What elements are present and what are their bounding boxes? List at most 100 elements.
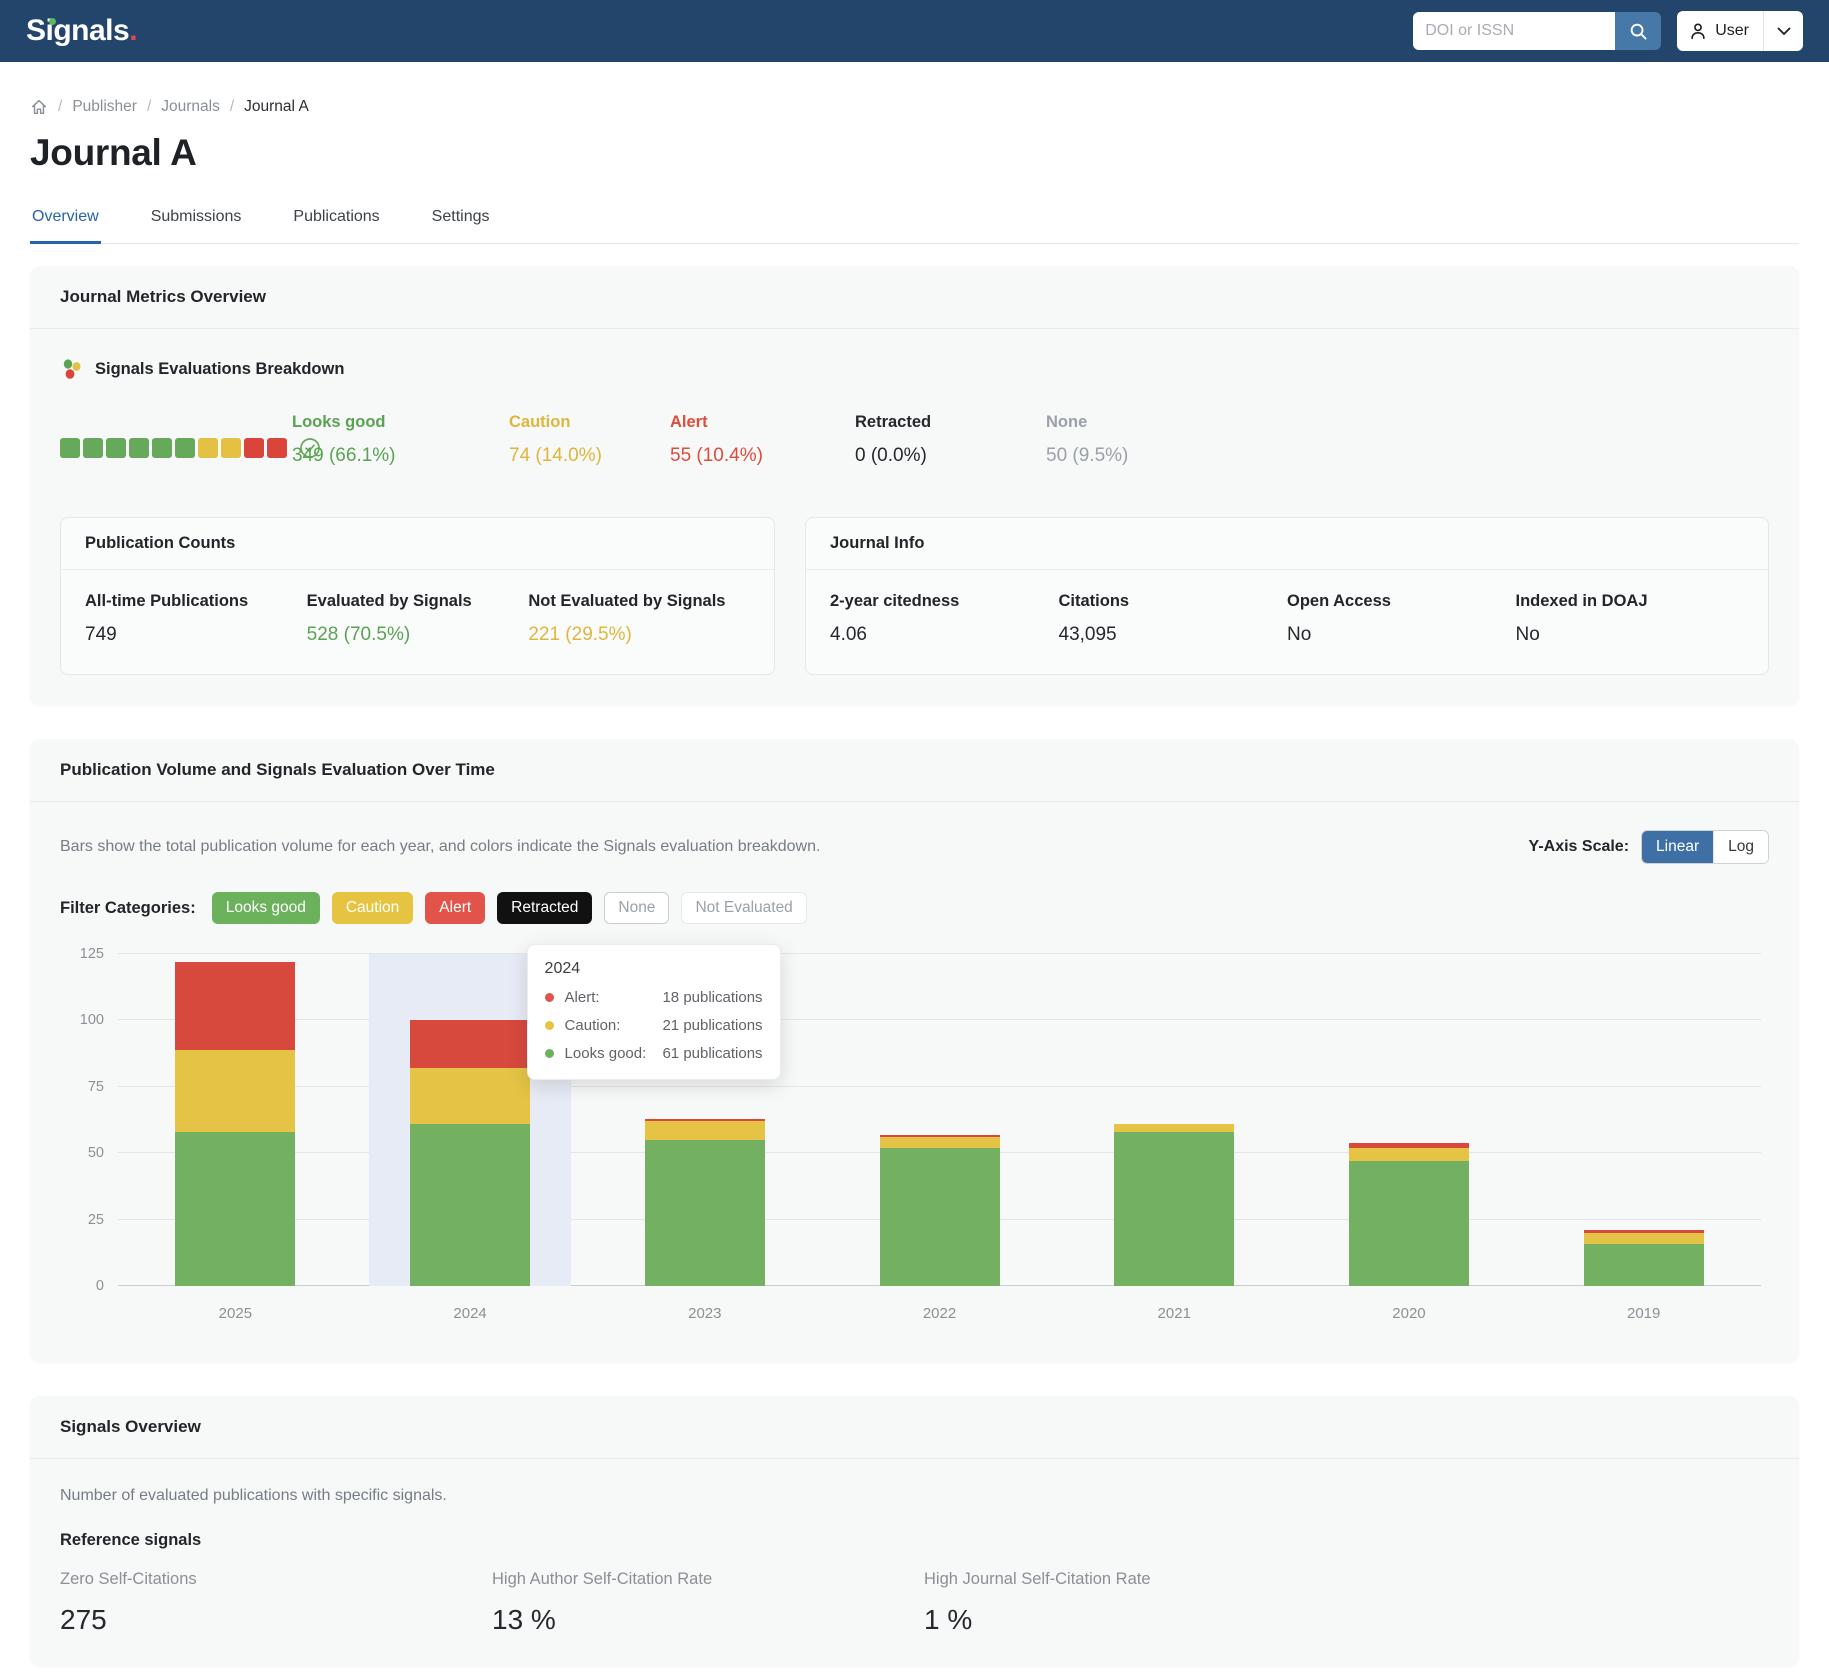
app-logo[interactable]: Signals. <box>26 14 137 48</box>
stat-alert: Alert 55 (10.4%) <box>670 413 855 467</box>
stat-evaluated: Evaluated by Signals 528 (70.5%) <box>307 592 529 646</box>
chart-column-2022[interactable] <box>822 954 1057 1286</box>
publication-volume-title: Publication Volume and Signals Evaluatio… <box>30 739 1799 802</box>
journal-info-title: Journal Info <box>806 518 1768 570</box>
filter-looks-good[interactable]: Looks good <box>212 892 320 924</box>
user-button[interactable]: User <box>1677 22 1763 40</box>
breadcrumb-separator: / <box>58 98 62 116</box>
filter-categories-label: Filter Categories: <box>60 899 196 918</box>
filter-caution[interactable]: Caution <box>332 892 413 924</box>
journal-metrics-card: Journal Metrics Overview Signals Evaluat… <box>30 266 1799 705</box>
user-menu: User <box>1677 11 1803 51</box>
tab-submissions[interactable]: Submissions <box>149 208 244 243</box>
stat-high-author-self-citation: High Author Self-Citation Rate 13 % <box>492 1570 924 1636</box>
chart-description: Bars show the total publication volume f… <box>60 838 820 856</box>
breadcrumb-journals[interactable]: Journals <box>161 98 220 116</box>
breadcrumb-current: Journal A <box>244 98 309 116</box>
chevron-down-icon <box>1777 27 1791 36</box>
bar-segment-caution <box>880 1137 1000 1148</box>
strip-square-green <box>106 438 126 458</box>
scale-linear-button[interactable]: Linear <box>1642 831 1713 863</box>
bar-segment-alert <box>410 1020 530 1068</box>
bar-2023 <box>645 1119 765 1286</box>
looks-good-dot-icon <box>545 1049 554 1058</box>
filter-none[interactable]: None <box>604 892 669 924</box>
strip-square-yellow <box>221 438 241 458</box>
strip-square-green <box>129 438 149 458</box>
evaluation-strip-squares <box>60 438 287 458</box>
stat-caution: Caution 74 (14.0%) <box>509 413 670 467</box>
reference-signals-stats: Zero Self-Citations 275 High Author Self… <box>60 1570 1769 1636</box>
caution-dot-icon <box>545 1021 554 1030</box>
publication-volume-card: Publication Volume and Signals Evaluatio… <box>30 739 1799 1362</box>
stat-looks-good: Looks good 349 (66.1%) <box>292 413 509 467</box>
stat-citedness: 2-year citedness 4.06 <box>830 592 1059 646</box>
stat-citations: Citations 43,095 <box>1059 592 1288 646</box>
strip-square-red <box>244 438 264 458</box>
stacked-bar-chart: 0 25 50 75 100 125 <box>60 948 1769 1332</box>
chart-column-2025[interactable] <box>118 954 353 1286</box>
y-tick: 100 <box>60 1012 104 1028</box>
bar-segment-caution <box>410 1068 530 1124</box>
tooltip-row-alert: Alert: 18 publications <box>545 989 763 1006</box>
chart-column-2021[interactable] <box>1057 954 1292 1286</box>
search-input[interactable] <box>1413 12 1615 50</box>
strip-square-green <box>60 438 80 458</box>
stat-none: None 50 (9.5%) <box>1046 413 1769 467</box>
stat-high-journal-self-citation: High Journal Self-Citation Rate 1 % <box>924 1570 1769 1636</box>
tab-settings[interactable]: Settings <box>430 208 492 243</box>
journal-info-card: Journal Info 2-year citedness 4.06 Citat… <box>805 517 1769 675</box>
filter-not-evaluated[interactable]: Not Evaluated <box>681 892 806 924</box>
stat-not-evaluated: Not Evaluated by Signals 221 (29.5%) <box>528 592 750 646</box>
app-logo-period: . <box>129 14 137 47</box>
bar-segment-looks-good <box>1584 1244 1704 1287</box>
tab-bar: Overview Submissions Publications Settin… <box>30 208 1799 244</box>
user-label: User <box>1715 22 1749 40</box>
breadcrumb-publisher[interactable]: Publisher <box>72 98 137 116</box>
search-button[interactable] <box>1615 12 1661 50</box>
publication-counts-card: Publication Counts All-time Publications… <box>60 517 775 675</box>
y-axis-scale-label: Y-Axis Scale: <box>1529 838 1630 856</box>
tooltip-title: 2024 <box>545 960 763 978</box>
strip-square-green <box>152 438 172 458</box>
filter-retracted[interactable]: Retracted <box>497 892 592 924</box>
home-icon[interactable] <box>30 98 48 116</box>
strip-square-green <box>175 438 195 458</box>
x-tick-2025: 2025 <box>118 1305 353 1322</box>
page-title: Journal A <box>30 132 1799 174</box>
scale-log-button[interactable]: Log <box>1713 831 1768 863</box>
stat-zero-self-citations: Zero Self-Citations 275 <box>60 1570 492 1636</box>
signals-description: Number of evaluated publications with sp… <box>60 1487 1769 1505</box>
chart-columns <box>118 954 1761 1286</box>
user-dropdown-toggle[interactable] <box>1763 11 1803 51</box>
y-tick: 75 <box>60 1079 104 1095</box>
scale-toggle: Linear Log <box>1641 830 1769 864</box>
strip-square-yellow <box>198 438 218 458</box>
bar-2021 <box>1114 1124 1234 1286</box>
publication-counts-title: Publication Counts <box>61 518 774 570</box>
bar-segment-alert <box>175 962 295 1050</box>
bar-2022 <box>880 1135 1000 1286</box>
filter-alert[interactable]: Alert <box>425 892 485 924</box>
signals-overview-card: Signals Overview Number of evaluated pub… <box>30 1396 1799 1666</box>
evaluations-cluster-icon <box>60 357 84 381</box>
stat-alltime-publications: All-time Publications 749 <box>85 592 307 646</box>
evaluation-strip <box>60 429 292 467</box>
breadcrumb-separator: / <box>230 98 234 116</box>
bar-segment-caution <box>1114 1124 1234 1132</box>
chart-column-2019[interactable] <box>1526 954 1761 1286</box>
bar-segment-looks-good <box>645 1140 765 1286</box>
app-logo-text: Signals <box>26 14 129 47</box>
breakdown-title: Signals Evaluations Breakdown <box>95 360 344 379</box>
x-tick-2022: 2022 <box>822 1305 1057 1322</box>
bar-segment-caution <box>1584 1233 1704 1244</box>
chart-column-2020[interactable] <box>1292 954 1527 1286</box>
search-box <box>1413 12 1661 50</box>
top-navigation-bar: Signals. User <box>0 0 1829 62</box>
tab-overview[interactable]: Overview <box>30 208 101 244</box>
bar-segment-looks-good <box>880 1148 1000 1286</box>
tooltip-row-caution: Caution: 21 publications <box>545 1017 763 1034</box>
reference-signals-heading: Reference signals <box>60 1531 1769 1550</box>
bar-segment-looks-good <box>175 1132 295 1286</box>
tab-publications[interactable]: Publications <box>291 208 381 243</box>
